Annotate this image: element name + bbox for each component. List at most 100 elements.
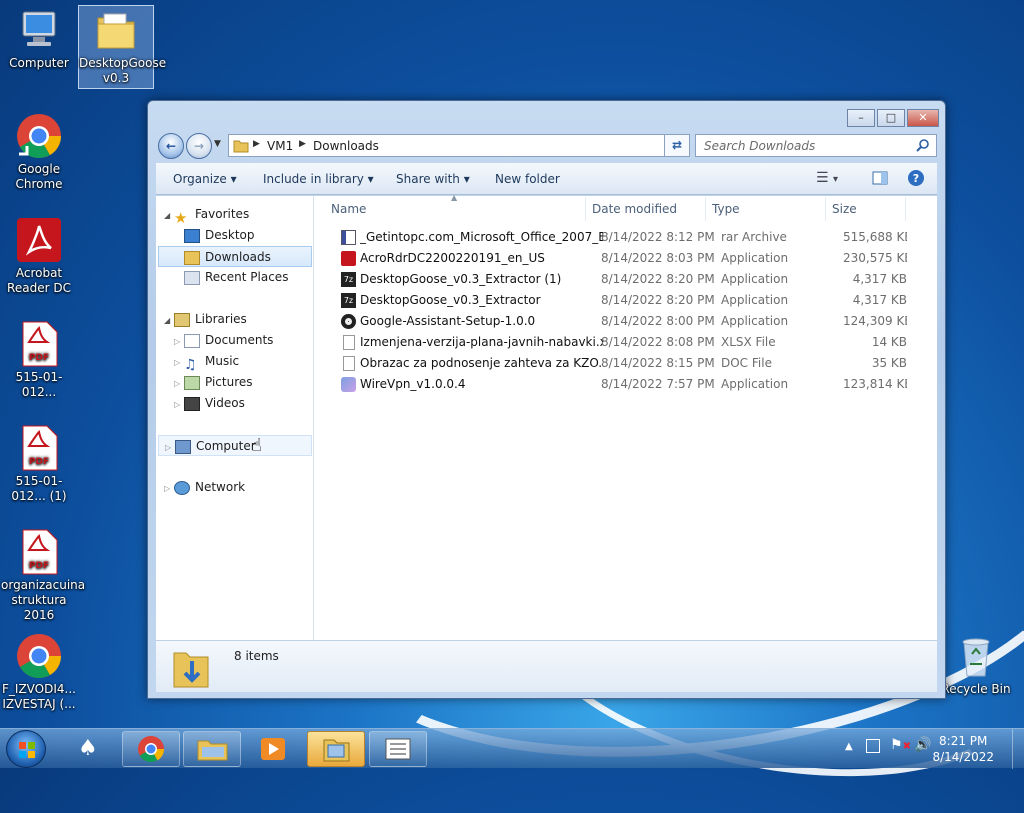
volume-icon[interactable]: 🔊 [914, 737, 931, 753]
file-row[interactable]: 7z DesktopGoose_v0.3_Extractor 8/14/2022 … [323, 290, 907, 311]
nav-videos[interactable]: ▷ Videos [174, 393, 245, 414]
column-header-size[interactable]: Size [826, 197, 906, 221]
clock-date: 8/14/2022 [932, 750, 994, 764]
chrome-icon [138, 736, 165, 763]
preview-pane-icon[interactable] [872, 170, 888, 189]
desktop-icon-pdf-2[interactable]: PDF 515-01-012... (1) [1, 424, 77, 504]
nav-desktop[interactable]: Desktop [184, 225, 255, 246]
explorer-window[interactable]: – □ ✕ ← → ▼ ▶ VM1 ▶ Downloads ▼ ⇄ Search… [147, 100, 946, 699]
desktop-icon-recycle-bin[interactable]: Recycle Bin [938, 632, 1014, 697]
svg-text:PDF: PDF [29, 353, 49, 363]
refresh-button[interactable]: ⇄ [664, 134, 690, 157]
taskbar: ♠ ▲ ⚑✖ 🔊 8:21 PM 8/14/2022 [0, 728, 1024, 769]
file-row[interactable]: Google-Assistant-Setup-1.0.0 8/14/2022 8:… [323, 311, 907, 332]
nav-recent-places[interactable]: Recent Places [184, 267, 288, 288]
chrome-icon [15, 632, 63, 680]
desktop-icon [184, 228, 200, 243]
show-desktop-button[interactable] [1012, 729, 1024, 769]
close-button[interactable]: ✕ [907, 109, 939, 127]
column-header-date-modified[interactable]: Date modified [586, 197, 706, 221]
desktop-icon-label: 515-01-012... [15, 370, 63, 399]
column-header-name[interactable]: Name [325, 197, 586, 221]
desktop-icon-chrome-shortcut[interactable]: F_IZVODI4... IZVESTAJ (... [1, 632, 77, 712]
command-bar: Organize ▾ Include in library ▾ Share wi… [156, 163, 937, 195]
pdf-file-icon: PDF [15, 528, 63, 576]
taskbar-app-chrome[interactable] [122, 731, 180, 767]
file-row[interactable]: Obrazac za podnosenje zahteva za KZO.d..… [323, 353, 907, 374]
desktop-icon-chrome[interactable]: Google Chrome [1, 112, 77, 192]
search-input[interactable]: Search Downloads [695, 134, 937, 157]
taskbar-app-media-player[interactable] [244, 731, 302, 767]
item-count: 8 items [234, 649, 279, 663]
nav-network[interactable]: ▷ Network [164, 477, 245, 498]
nav-computer[interactable]: ▷ Computer [158, 435, 312, 456]
breadcrumb-chevron-icon: ▶ [299, 139, 306, 149]
desktop-icon-pdf-1[interactable]: PDF 515-01-012... [1, 320, 77, 400]
desktop-icon-label: 515-01-012... (1) [11, 474, 67, 503]
help-icon[interactable]: ? [907, 169, 925, 190]
include-in-library-button[interactable]: Include in library ▾ [263, 172, 374, 186]
file-row[interactable]: WireVpn_v1.0.0.4 8/14/2022 7:57 PM Applica… [323, 374, 907, 395]
taskbar-app-list[interactable] [369, 731, 427, 767]
recent-pages-dropdown-icon[interactable]: ▼ [214, 139, 221, 149]
desktop-icon-label: organizacuina struktura 2016 [1, 578, 86, 622]
explorer-icon [197, 740, 228, 761]
taskbar-app-explorer-active[interactable] [307, 731, 365, 767]
pdf-file-icon: PDF [15, 320, 63, 368]
start-button[interactable] [6, 730, 46, 768]
mouse-cursor-icon: ☝ [251, 435, 262, 456]
svg-text:PDF: PDF [29, 561, 49, 571]
nav-pictures[interactable]: ▷ Pictures [174, 372, 253, 393]
taskbar-app-solitaire[interactable]: ♠ [60, 731, 118, 767]
computer-icon [15, 6, 63, 54]
column-header-type[interactable]: Type [706, 197, 826, 221]
list-app-icon [385, 738, 411, 760]
maximize-button[interactable]: □ [877, 109, 905, 127]
downloads-folder-icon [184, 250, 200, 265]
desktop-icon-label: Recycle Bin [941, 682, 1011, 696]
desktop-icon-acrobat[interactable]: Acrobat Reader DC [1, 216, 77, 296]
desktop-icon-computer[interactable]: Computer [1, 6, 77, 71]
breadcrumb-vm1[interactable]: VM1 [267, 139, 293, 153]
share-with-button[interactable]: Share with ▾ [396, 172, 470, 186]
organize-button[interactable]: Organize ▾ [173, 172, 237, 186]
music-icon: ♫ [183, 356, 197, 373]
desktop-icon-label: DesktopGoose v0.3 [79, 56, 167, 85]
nav-downloads[interactable]: Downloads [158, 246, 312, 267]
file-row[interactable]: AcroRdrDC2200220191_en_US 8/14/2022 8:03 … [323, 248, 907, 269]
view-options-icon[interactable]: ☰ ▾ [816, 170, 838, 186]
minimize-button[interactable]: – [847, 109, 875, 127]
desktop-icon-pdf-3[interactable]: PDF organizacuina struktura 2016 [1, 528, 85, 623]
back-button[interactable]: ← [158, 133, 184, 159]
blank-file-icon [343, 335, 355, 350]
system-clock[interactable]: 8:21 PM 8/14/2022 [932, 733, 994, 765]
file-row[interactable]: 7z DesktopGoose_v0.3_Extractor (1) 8/14/2… [323, 269, 907, 290]
file-list: ▲ Name Date modified Type Size _Getintop… [315, 193, 937, 640]
caption-buttons: – □ ✕ [845, 109, 939, 127]
taskbar-app-explorer[interactable] [183, 731, 241, 767]
nav-music[interactable]: ▷ ♫ Music [174, 351, 239, 373]
show-hidden-icons-icon[interactable]: ▲ [845, 741, 853, 752]
folder-icon [92, 6, 140, 54]
forward-button[interactable]: → [186, 133, 212, 159]
file-row[interactable]: Izmenjena-verzija-plana-javnih-nabavki.x… [323, 332, 907, 353]
network-icon [173, 480, 190, 495]
search-placeholder: Search Downloads [704, 139, 816, 153]
nav-documents[interactable]: ▷ Documents [174, 330, 273, 351]
file-row[interactable]: _Getintopc.com_Microsoft_Office_2007_E..… [323, 227, 907, 248]
address-bar[interactable]: ▶ VM1 ▶ Downloads ▼ [228, 134, 690, 157]
nav-libraries[interactable]: ◢ Libraries [164, 309, 247, 330]
network-tray-icon[interactable] [866, 739, 880, 753]
acrobat-installer-icon [341, 251, 356, 266]
7zip-extractor-icon: 7z [341, 272, 356, 287]
breadcrumb-downloads[interactable]: Downloads [313, 139, 379, 153]
pictures-icon [183, 375, 200, 390]
star-icon: ★ [173, 208, 188, 227]
nav-favorites[interactable]: ◢ ★ Favorites [164, 204, 249, 227]
action-center-flag-icon[interactable]: ⚑✖ [890, 737, 911, 753]
new-folder-button[interactable]: New folder [495, 172, 560, 186]
desktop-icon-desktopgoose[interactable]: DesktopGoose v0.3 [78, 5, 166, 89]
explorer-content: ◢ ★ Favorites Desktop Downloads Recent Pl… [156, 193, 937, 640]
7zip-extractor-icon: 7z [341, 293, 356, 308]
recent-places-icon [184, 270, 200, 285]
